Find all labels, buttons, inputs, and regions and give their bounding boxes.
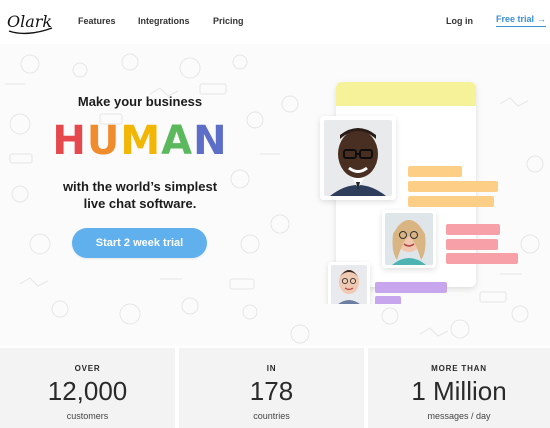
human-letter-u: U [86, 118, 121, 164]
nav-integrations[interactable]: Integrations [138, 16, 190, 26]
avatar-small [328, 262, 370, 304]
logo-text: Olark [7, 12, 52, 31]
olark-logo[interactable]: Olark [6, 8, 54, 38]
stats-section: OVER 12,000 customers IN 178 countries M… [0, 346, 550, 428]
stat-label: OVER [74, 364, 101, 373]
stat-messages: MORE THAN 1 Million messages / day [368, 348, 550, 428]
arrow-right-icon: → [537, 14, 547, 24]
stat-customers: OVER 12,000 customers [0, 348, 175, 428]
stat-value: 178 [249, 376, 294, 406]
stat-unit: messages / day [427, 411, 491, 421]
avatar-medium [382, 210, 436, 268]
chat-bubbles-pink [446, 224, 518, 264]
stat-value: 12,000 [47, 376, 128, 406]
login-link[interactable]: Log in [446, 16, 473, 26]
free-trial-link[interactable]: Free trial → [496, 14, 547, 27]
human-headline: HUMAN [0, 116, 280, 166]
stat-label: MORE THAN [431, 364, 487, 373]
site-header: Olark Features Integrations Pricing Log … [0, 0, 550, 44]
tagline-bottom-line-1: with the world’s simplest [62, 179, 218, 194]
tagline-bottom-line-2: live chat software. [83, 196, 197, 211]
stat-label: IN [266, 364, 277, 373]
nav-features[interactable]: Features [78, 16, 116, 26]
olark-logo-icon: Olark [7, 12, 53, 35]
human-letter-m: M [120, 118, 162, 164]
stat-unit: countries [253, 411, 290, 421]
nav-pricing[interactable]: Pricing [213, 16, 244, 26]
chat-illustration [320, 82, 518, 304]
stat-unit: customers [66, 411, 109, 421]
chat-bubbles-orange [408, 166, 498, 207]
human-letter-a: A [161, 118, 194, 164]
stat-countries: IN 178 countries [179, 348, 364, 428]
hero-section: Make your business HUMAN with the world’… [0, 44, 550, 346]
human-letter-h: H [52, 118, 87, 164]
stat-value: 1 Million [411, 376, 507, 406]
human-letter-n: N [193, 118, 228, 164]
avatar-large [320, 116, 396, 200]
tagline-top: Make your business [77, 94, 203, 109]
free-trial-label: Free trial [496, 14, 535, 24]
chat-bubbles-purple [375, 282, 447, 304]
tagline-bottom: with the world’s simplest live chat soft… [0, 178, 280, 212]
start-trial-button[interactable]: Start 2 week trial [72, 228, 207, 258]
